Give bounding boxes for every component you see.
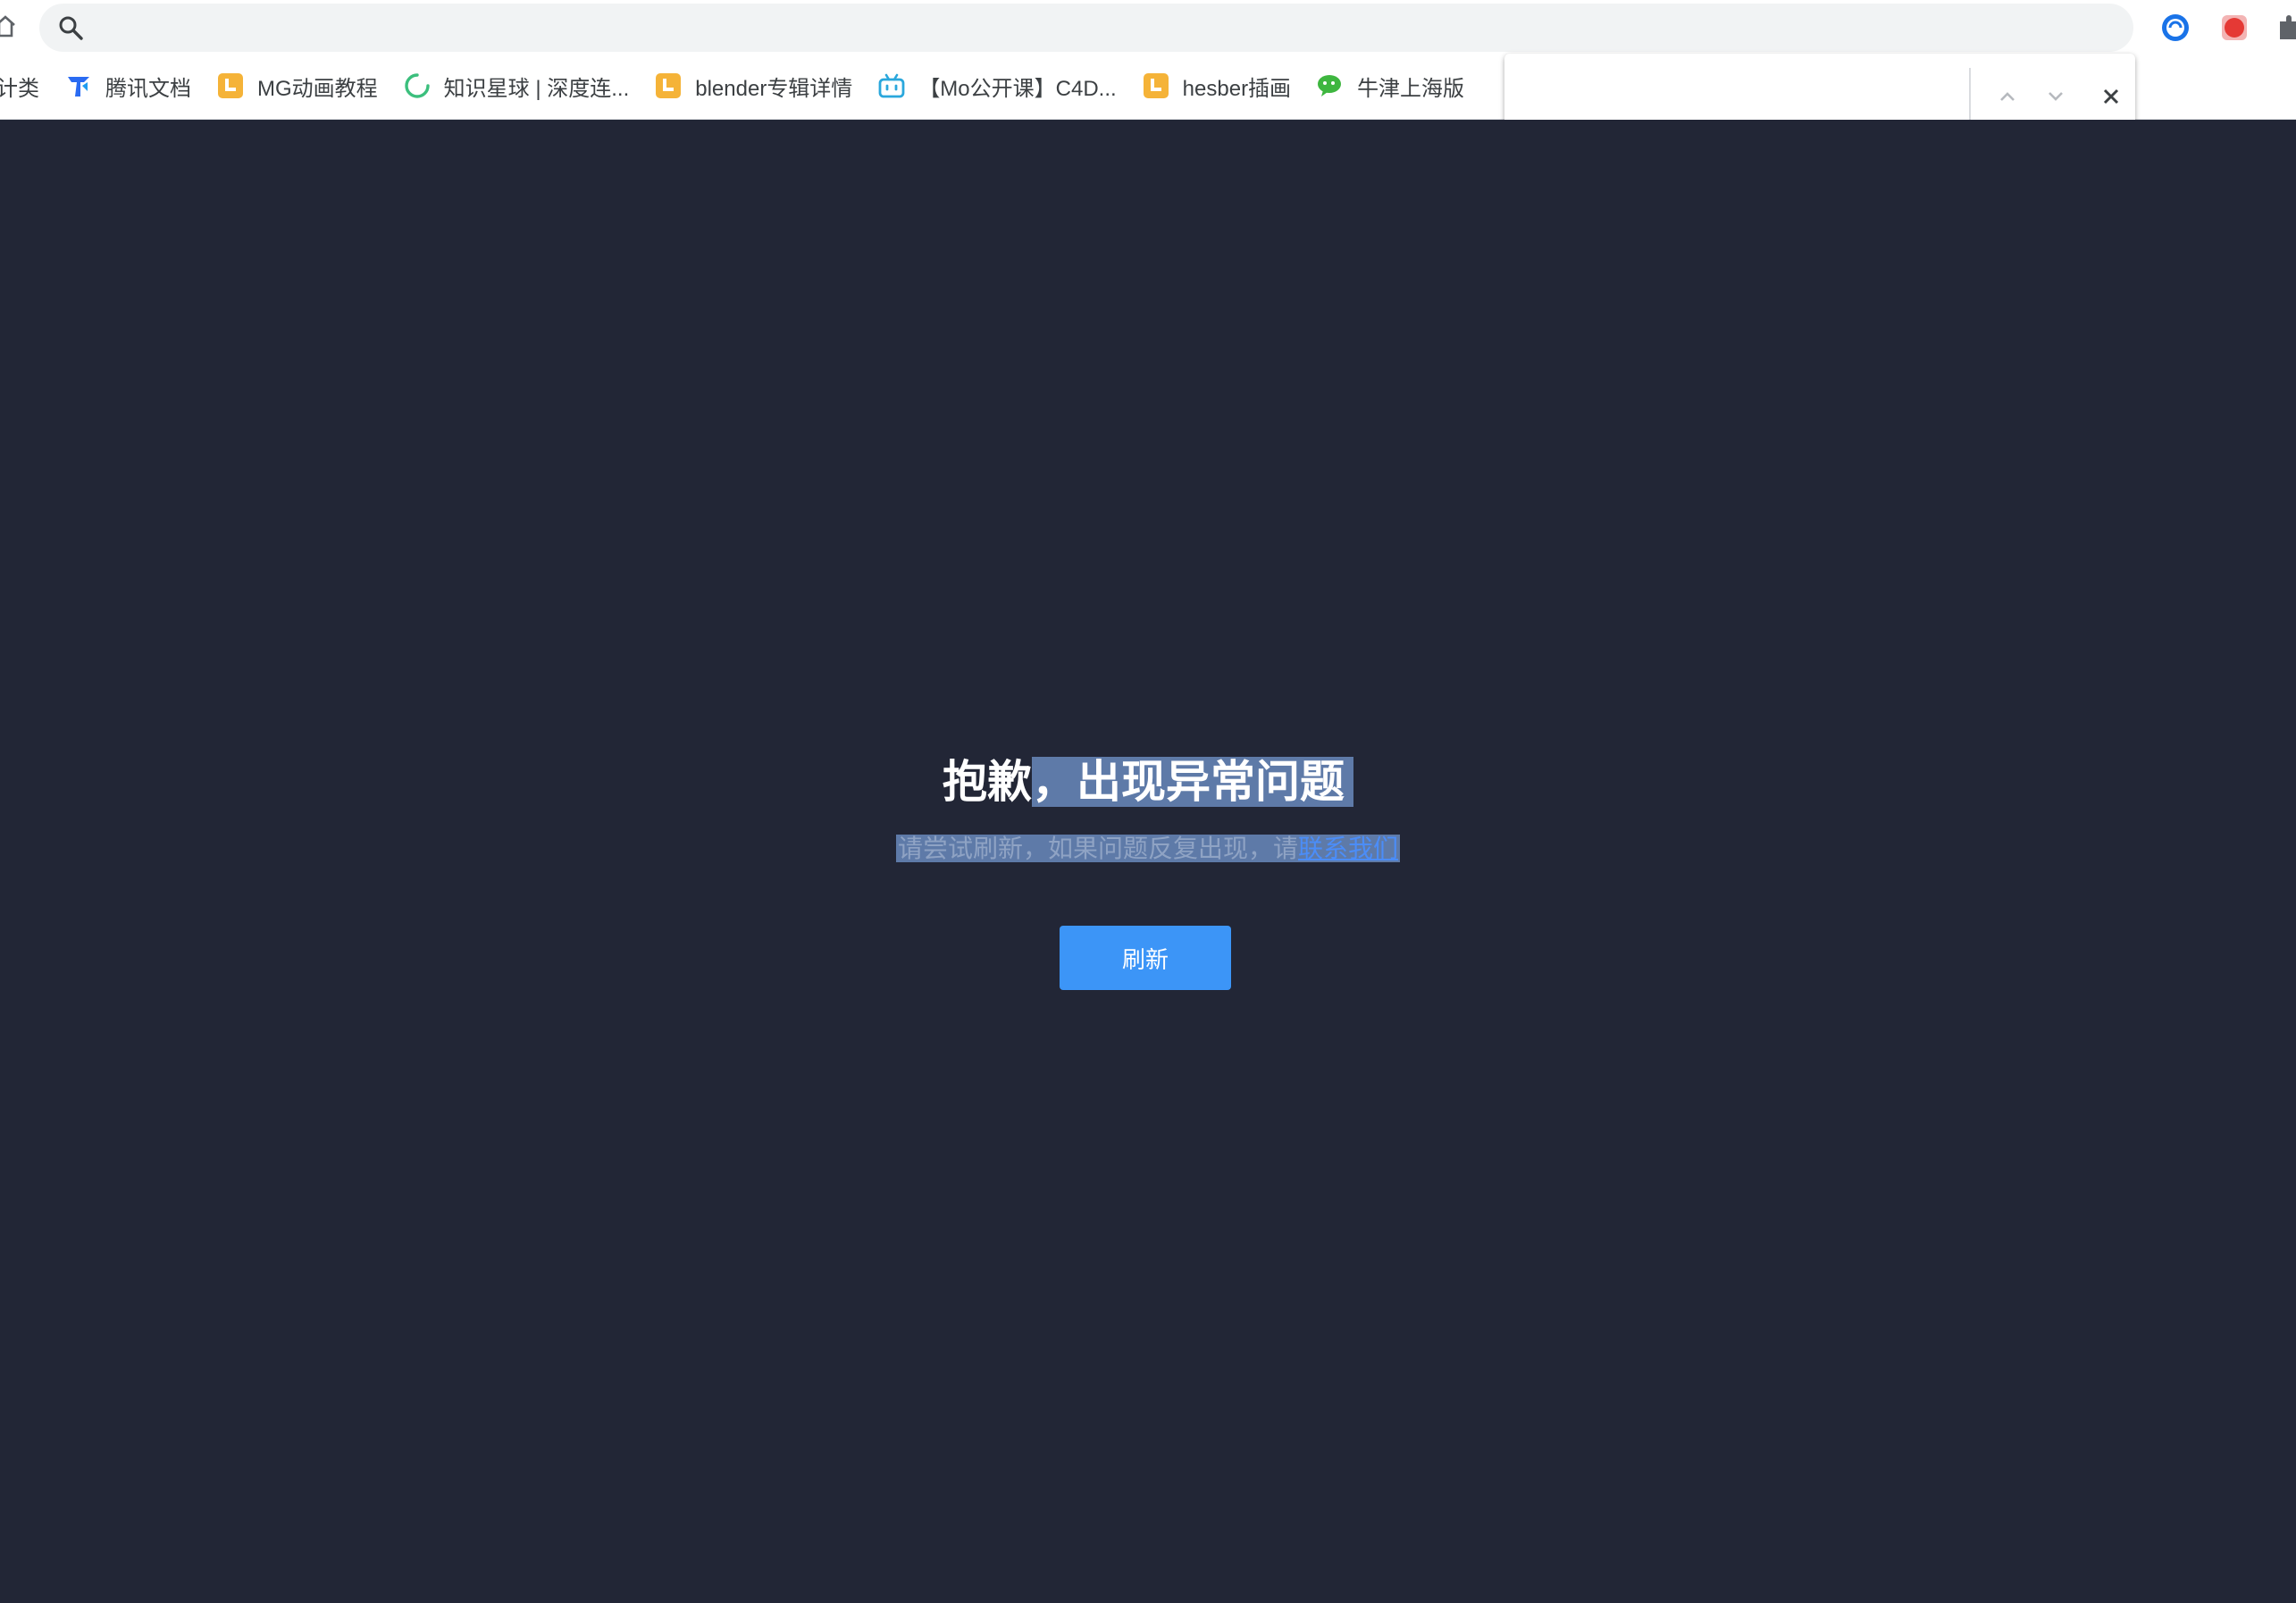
bookmark-item[interactable]: 知识星球 | 深度连... [390, 66, 642, 105]
find-previous-button[interactable] [1983, 71, 2032, 122]
search-icon [59, 16, 83, 40]
bookmark-item[interactable]: 牛津上海版 [1303, 66, 1477, 105]
error-title: 抱歉，出现异常问题 [0, 751, 2296, 813]
bookmark-label: 牛津上海版 [1357, 76, 1465, 101]
address-bar[interactable] [39, 4, 2133, 52]
browser-chrome: 计类 腾讯文档 MG动画教程 知识星球 | 深度连... blender专辑详情… [0, 0, 2296, 139]
find-input[interactable] [1526, 70, 1940, 123]
bookmark-label: 知识星球 | 深度连... [443, 76, 630, 101]
error-description: 请尝试刷新，如果问题反复出现，请联系我们 [0, 829, 2296, 869]
error-title-part2: ，出现异常问题 [1032, 757, 1353, 807]
bookmark-label: 【Mo公开课】C4D... [918, 76, 1117, 101]
tencent-docs-icon [68, 77, 89, 97]
bookmark-item[interactable]: 计类 [0, 66, 52, 105]
contact-us-link[interactable]: 联系我们 [1298, 835, 1398, 862]
address-input[interactable] [84, 4, 2133, 52]
translate-extension-icon[interactable] [2160, 13, 2191, 43]
bookmark-label: hesber插画 [1182, 76, 1292, 101]
bookmark-doc-icon [1143, 73, 1169, 98]
wechat-icon [1318, 75, 1342, 97]
bookmark-label: MG动画教程 [257, 76, 378, 101]
bookmark-label: 腾讯文档 [105, 76, 191, 101]
chevron-down-icon [2049, 92, 2064, 101]
bookmark-item[interactable]: 【Mo公开课】C4D... [865, 66, 1128, 105]
bookmark-item[interactable]: blender专辑详情 [641, 66, 865, 105]
record-extension-icon[interactable] [2219, 13, 2250, 43]
bookmark-label: blender专辑详情 [695, 76, 853, 101]
find-close-button[interactable] [2087, 71, 2135, 122]
bookmark-item[interactable]: 腾讯文档 [52, 66, 204, 105]
chevron-up-icon [2000, 92, 2015, 101]
error-title-part1: 抱歉 [943, 757, 1032, 807]
bilibili-icon [878, 73, 905, 98]
find-next-button[interactable] [2032, 71, 2080, 122]
bookmark-doc-icon [218, 73, 243, 98]
extensions-puzzle-icon[interactable] [2275, 13, 2296, 43]
close-icon [2103, 88, 2119, 105]
bookmark-item[interactable]: MG动画教程 [204, 66, 390, 105]
refresh-button[interactable]: 刷新 [1060, 926, 1231, 990]
find-divider [1969, 68, 1972, 125]
bookmark-doc-icon [656, 73, 682, 98]
bookmark-label: 计类 [0, 76, 39, 101]
error-description-text: 请尝试刷新，如果问题反复出现，请 [897, 835, 1298, 862]
error-description-selection: 请尝试刷新，如果问题反复出现，请联系我们 [895, 835, 1401, 862]
home-icon[interactable] [0, 13, 16, 41]
bookmark-item[interactable]: hesber插画 [1129, 66, 1303, 105]
zsxq-icon [405, 73, 430, 98]
